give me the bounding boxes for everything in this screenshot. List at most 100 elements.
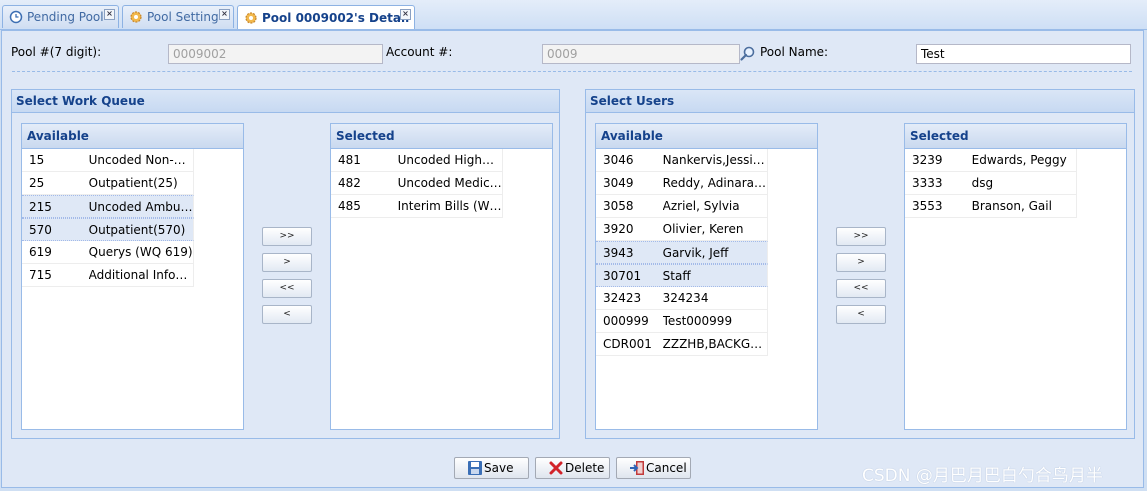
list-item[interactable]: 215 Uncoded Ambul… [22, 195, 194, 218]
list-item[interactable]: 481 Uncoded High… [331, 149, 503, 172]
users-title: Select Users [586, 90, 1134, 113]
grid-header: Selected [331, 124, 552, 149]
pool-detail-panel: Pool #(7 digit): 0009002 Account #: 0009… [1, 30, 1144, 488]
list-item[interactable]: 485 Interim Bills (W… [331, 195, 503, 218]
account-number-field[interactable]: 0009 [542, 44, 740, 64]
tab-label: Pool 0009002's Detail [262, 10, 410, 25]
gear-icon [129, 10, 143, 24]
list-item[interactable]: 3553 Branson, Gail [905, 195, 1077, 218]
grid-body: 15 Uncoded Non-… 25 Outpatient(25) 215 Uncode… [22, 149, 243, 287]
item-code: 715 [29, 268, 52, 282]
list-item[interactable]: 715 Additional Info… [22, 264, 194, 287]
item-code: 485 [338, 199, 361, 213]
divider [12, 71, 1132, 72]
list-item[interactable]: 3058 Azriel, Sylvia [596, 195, 768, 218]
item-name: Azriel, Sylvia [662, 199, 740, 213]
pool-name-label: Pool Name: [760, 45, 829, 59]
item-code: 3049 [603, 176, 634, 190]
grid-header: Available [596, 124, 817, 149]
pool-name-field[interactable]: Test [916, 44, 1131, 64]
pool-number-label: Pool #(7 digit): [11, 45, 102, 59]
tab-pool-detail[interactable]: Pool 0009002's Detail × [237, 5, 415, 29]
remove-all-button[interactable]: << [262, 279, 312, 298]
item-code: CDR001 [603, 337, 652, 351]
tab-pending-pool[interactable]: Pending Pool × [2, 5, 119, 28]
remove-all-button[interactable]: << [836, 279, 886, 298]
delete-button[interactable]: Delete [535, 457, 610, 479]
cancel-button[interactable]: Cancel [616, 457, 691, 479]
item-name: 324234 [662, 291, 709, 305]
pool-number-field[interactable]: 0009002 [168, 44, 383, 64]
list-item[interactable]: 30701 Staff [596, 264, 768, 287]
account-number-label: Account #: [386, 45, 453, 59]
delete-icon [548, 460, 564, 476]
item-name: Garvik, Jeff [662, 245, 729, 260]
add-all-button[interactable]: >> [262, 227, 312, 246]
list-item[interactable]: 15 Uncoded Non-… [22, 149, 194, 172]
add-all-button[interactable]: >> [836, 227, 886, 246]
item-code: 481 [338, 153, 361, 167]
item-code: 3553 [912, 199, 943, 213]
list-item[interactable]: CDR001 ZZZHB,BACKG… [596, 333, 768, 356]
list-item[interactable]: 3333 dsg [905, 172, 1077, 195]
list-item[interactable]: 25 Outpatient(25) [22, 172, 194, 195]
tab-label: Pool Setting [147, 10, 219, 24]
tab-pool-setting[interactable]: Pool Setting × [122, 5, 234, 28]
users-selected-grid: Selected 3239 Edwards, Peggy 3333 dsg 3553 Br… [904, 123, 1127, 430]
list-item[interactable]: 32423 324234 [596, 287, 768, 310]
list-item[interactable]: 570 Outpatient(570) [22, 218, 194, 241]
grid-header: Available [22, 124, 243, 149]
tab-label: Pending Pool [27, 10, 104, 24]
item-code: 3058 [603, 199, 634, 213]
work-queue-selected-grid: Selected 481 Uncoded High… 482 Uncoded Medi… [330, 123, 553, 430]
item-name: Uncoded Non-… [88, 153, 186, 167]
item-name: Olivier, Keren [662, 222, 744, 236]
remove-button[interactable]: < [262, 305, 312, 324]
list-item[interactable]: 3239 Edwards, Peggy [905, 149, 1077, 172]
add-button[interactable]: > [836, 253, 886, 272]
item-name: Querys (WQ 619) [88, 245, 193, 259]
grid-body: 3046 Nankervis,Jessi… 3049 Reddy, Adinaray…… [596, 149, 817, 356]
search-icon[interactable] [739, 45, 757, 63]
list-item[interactable]: 3920 Olivier, Keren [596, 218, 768, 241]
grid-body: 481 Uncoded High… 482 Uncoded Medic… 485 Inte… [331, 149, 552, 218]
item-code: 3333 [912, 176, 943, 190]
item-name: Uncoded High… [397, 153, 494, 167]
delete-label: Delete [565, 461, 605, 475]
users-fieldset: Select Users Available 3046 Nankervis,Jes… [585, 89, 1135, 439]
item-name: Edwards, Peggy [971, 153, 1067, 167]
users-available-grid: Available 3046 Nankervis,Jessi… 3049 Reddy,… [595, 123, 818, 430]
item-name: ZZZHB,BACKG… [662, 337, 763, 351]
list-item[interactable]: 619 Querys (WQ 619) [22, 241, 194, 264]
item-code: 32423 [603, 291, 642, 305]
list-item[interactable]: 3046 Nankervis,Jessi… [596, 149, 768, 172]
item-code: 3239 [912, 153, 943, 167]
item-name: Uncoded Ambul… [88, 199, 193, 214]
add-button[interactable]: > [262, 253, 312, 272]
watermark-text: CSDN @月巴月巴白勺合鸟月半 [862, 466, 1103, 486]
save-label: Save [484, 461, 514, 475]
list-item[interactable]: 3943 Garvik, Jeff [596, 241, 768, 264]
item-code: 25 [29, 176, 45, 190]
list-item[interactable]: 000999 Test000999 [596, 310, 768, 333]
save-icon [467, 460, 483, 476]
item-code: 30701 [603, 268, 642, 283]
item-code: 3046 [603, 153, 634, 167]
item-name: Staff [662, 268, 691, 283]
item-code: 619 [29, 245, 52, 259]
list-item[interactable]: 482 Uncoded Medic… [331, 172, 503, 195]
item-code: 000999 [603, 314, 649, 328]
save-button[interactable]: Save [454, 457, 529, 479]
work-queue-available-grid: Available 15 Uncoded Non-… 25 Outpatient(25… [21, 123, 244, 430]
item-name: Nankervis,Jessi… [662, 153, 765, 167]
item-name: Interim Bills (W… [397, 199, 502, 213]
item-name: Outpatient(25) [88, 176, 178, 190]
close-icon[interactable]: × [400, 9, 411, 20]
close-icon[interactable]: × [219, 9, 230, 20]
tab-strip: Pending Pool × Pool Setting × Pool 00090… [0, 0, 1147, 30]
grid-header: Selected [905, 124, 1126, 149]
list-item[interactable]: 3049 Reddy, Adinaray… [596, 172, 768, 195]
work-queue-title: Select Work Queue [12, 90, 559, 113]
remove-button[interactable]: < [836, 305, 886, 324]
close-icon[interactable]: × [104, 9, 115, 20]
